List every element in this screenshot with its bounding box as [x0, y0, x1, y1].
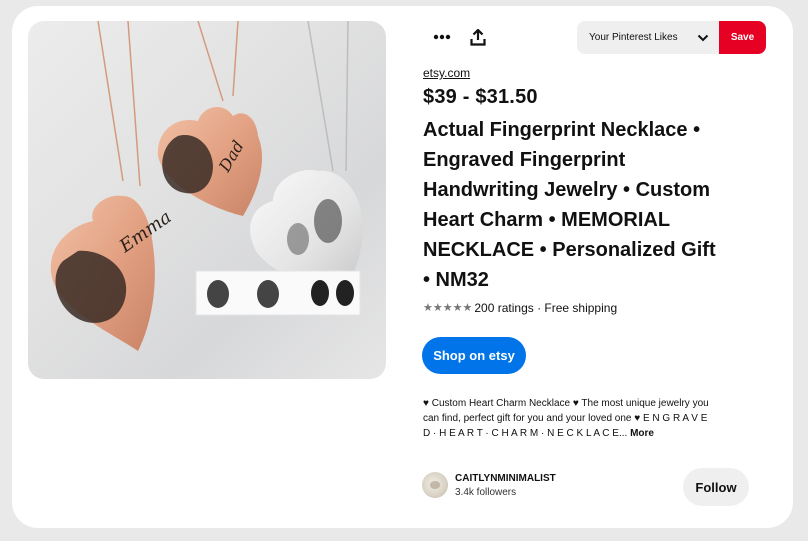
shipping-info: · Free shipping	[533, 301, 618, 315]
title-line: • NM32	[423, 269, 489, 291]
price: $39 - $31.50	[423, 86, 538, 108]
pin-toolbar: Your Pinterest Likes Save	[418, 18, 768, 56]
star-icon: ★	[423, 302, 433, 314]
title-line: Heart Charm • MEMORIAL	[423, 209, 671, 231]
shop-button[interactable]: Shop on etsy	[422, 337, 526, 374]
pin-title: Actual Fingerprint Necklace • Engraved F…	[423, 115, 768, 295]
share-button[interactable]	[459, 18, 497, 56]
more-dots-icon	[433, 34, 451, 40]
star-icon: ★	[452, 302, 463, 314]
creator-info: CAITLYNMINIMALIST 3.4k followers	[422, 472, 556, 498]
pin-image[interactable]: Emma Dad	[28, 21, 386, 379]
rating-row: ★ ★ ★ ★ ★ 200 ratings · Free shipping	[423, 301, 617, 315]
description-line: D · H E A R T · C H A R M · N E C K L A …	[423, 428, 628, 439]
star-icon: ★	[462, 302, 473, 314]
rating-count: 200 ratings	[474, 301, 534, 315]
star-icon: ★	[432, 302, 443, 314]
description-line-last: D · H E A R T · C H A R M · N E C K L A …	[423, 426, 745, 441]
title-line: Handwriting Jewelry • Custom	[423, 179, 711, 201]
star-icon: ★	[442, 302, 453, 314]
chevron-down-icon	[697, 34, 709, 42]
pin-description: ♥ Custom Heart Charm Necklace ♥ The most…	[423, 396, 745, 441]
more-options-button[interactable]	[423, 18, 461, 56]
source-link[interactable]: etsy.com	[423, 66, 470, 80]
save-button[interactable]: Save	[719, 21, 766, 54]
creator-name[interactable]: CAITLYNMINIMALIST	[455, 473, 556, 484]
creator-followers: 3.4k followers	[455, 486, 517, 498]
board-select-dropdown[interactable]: Your Pinterest Likes	[577, 21, 719, 54]
share-upload-icon	[470, 28, 486, 46]
more-link[interactable]: More	[630, 428, 654, 439]
title-line: Engraved Fingerprint	[423, 149, 626, 171]
avatar[interactable]	[422, 472, 448, 498]
description-line: ♥ Custom Heart Charm Necklace ♥ The most…	[423, 398, 709, 409]
title-line: NECKLACE • Personalized Gift	[423, 239, 716, 261]
follow-button[interactable]: Follow	[683, 468, 749, 506]
title-line: Actual Fingerprint Necklace •	[423, 119, 701, 141]
star-rating: ★ ★ ★ ★ ★	[423, 302, 472, 314]
description-line: can find, perfect gift for you and your …	[423, 413, 708, 424]
board-select-label: Your Pinterest Likes	[589, 32, 678, 43]
